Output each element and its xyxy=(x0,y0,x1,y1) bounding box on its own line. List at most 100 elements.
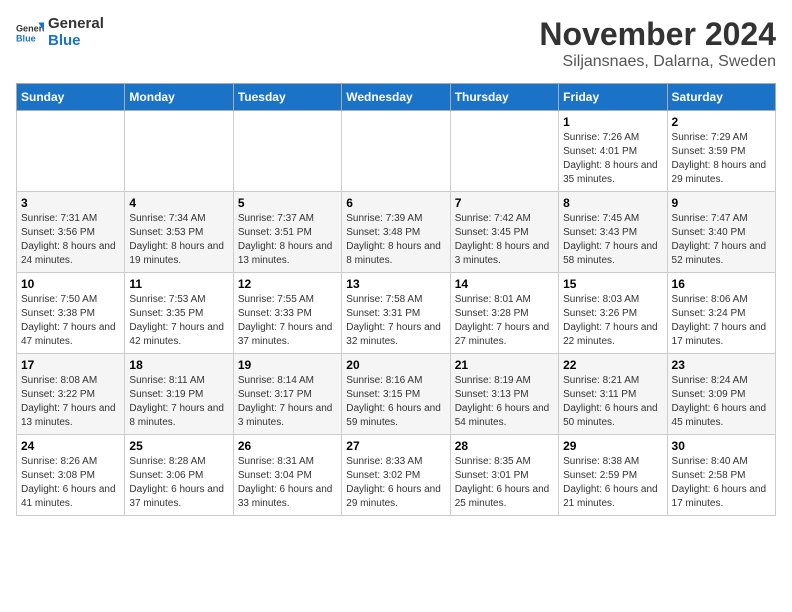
day-info: Sunrise: 8:01 AM Sunset: 3:28 PM Dayligh… xyxy=(455,293,554,349)
day-number: 22 xyxy=(563,358,662,372)
calendar-week-row: 1 Sunrise: 7:26 AM Sunset: 4:01 PM Daylig… xyxy=(17,111,776,192)
day-info: Sunrise: 8:16 AM Sunset: 3:15 PM Dayligh… xyxy=(346,374,445,430)
calendar-day-cell: 5 Sunrise: 7:37 AM Sunset: 3:51 PM Daylig… xyxy=(233,192,341,273)
calendar-day-cell: 19 Sunrise: 8:14 AM Sunset: 3:17 PM Dayli… xyxy=(233,354,341,435)
calendar-day-cell: 14 Sunrise: 8:01 AM Sunset: 3:28 PM Dayli… xyxy=(450,273,558,354)
day-number: 7 xyxy=(455,196,554,210)
day-number: 11 xyxy=(129,277,228,291)
svg-text:Blue: Blue xyxy=(16,33,36,43)
calendar-day-cell: 28Sunrise: 8:35 AM Sunset: 3:01 PM Dayli… xyxy=(450,435,558,516)
calendar-day-cell: 15 Sunrise: 8:03 AM Sunset: 3:26 PM Dayli… xyxy=(559,273,667,354)
header: General Blue General Blue November 2024 … xyxy=(16,16,776,71)
day-info: Sunrise: 8:33 AM Sunset: 3:02 PM Dayligh… xyxy=(346,455,445,511)
day-info: Sunrise: 7:58 AM Sunset: 3:31 PM Dayligh… xyxy=(346,293,445,349)
logo: General Blue General Blue xyxy=(16,16,104,49)
logo-icon: General Blue xyxy=(16,19,44,47)
day-number: 25 xyxy=(129,439,228,453)
day-number: 17 xyxy=(21,358,120,372)
day-number: 18 xyxy=(129,358,228,372)
calendar-day-cell xyxy=(342,111,450,192)
calendar-header-cell: Saturday xyxy=(667,84,775,111)
logo-line1: General xyxy=(48,16,104,33)
day-number: 14 xyxy=(455,277,554,291)
calendar-header-cell: Wednesday xyxy=(342,84,450,111)
calendar-day-cell: 4Sunrise: 7:34 AM Sunset: 3:53 PM Daylig… xyxy=(125,192,233,273)
day-number: 2 xyxy=(672,115,771,129)
logo-line2: Blue xyxy=(48,33,104,50)
title-block: November 2024 Siljansnaes, Dalarna, Swed… xyxy=(539,16,776,71)
day-info: Sunrise: 8:03 AM Sunset: 3:26 PM Dayligh… xyxy=(563,293,662,349)
day-info: Sunrise: 8:26 AM Sunset: 3:08 PM Dayligh… xyxy=(21,455,120,511)
calendar-day-cell: 8Sunrise: 7:45 AM Sunset: 3:43 PM Daylig… xyxy=(559,192,667,273)
calendar-day-cell: 7 Sunrise: 7:42 AM Sunset: 3:45 PM Daylig… xyxy=(450,192,558,273)
day-info: Sunrise: 8:38 AM Sunset: 2:59 PM Dayligh… xyxy=(563,455,662,511)
calendar-day-cell: 17 Sunrise: 8:08 AM Sunset: 3:22 PM Dayli… xyxy=(17,354,125,435)
day-info: Sunrise: 8:11 AM Sunset: 3:19 PM Dayligh… xyxy=(129,374,228,430)
calendar-body: 1 Sunrise: 7:26 AM Sunset: 4:01 PM Daylig… xyxy=(17,111,776,516)
calendar-day-cell: 29 Sunrise: 8:38 AM Sunset: 2:59 PM Dayli… xyxy=(559,435,667,516)
calendar-header-cell: Friday xyxy=(559,84,667,111)
day-info: Sunrise: 7:47 AM Sunset: 3:40 PM Dayligh… xyxy=(672,212,771,268)
day-number: 16 xyxy=(672,277,771,291)
day-info: Sunrise: 8:08 AM Sunset: 3:22 PM Dayligh… xyxy=(21,374,120,430)
calendar-day-cell: 22Sunrise: 8:21 AM Sunset: 3:11 PM Dayli… xyxy=(559,354,667,435)
day-info: Sunrise: 7:29 AM Sunset: 3:59 PM Dayligh… xyxy=(672,131,771,187)
day-number: 13 xyxy=(346,277,445,291)
month-title: November 2024 xyxy=(539,16,776,53)
calendar-day-cell xyxy=(17,111,125,192)
day-info: Sunrise: 8:31 AM Sunset: 3:04 PM Dayligh… xyxy=(238,455,337,511)
calendar-header-cell: Monday xyxy=(125,84,233,111)
day-number: 15 xyxy=(563,277,662,291)
day-info: Sunrise: 8:14 AM Sunset: 3:17 PM Dayligh… xyxy=(238,374,337,430)
calendar-week-row: 24 Sunrise: 8:26 AM Sunset: 3:08 PM Dayli… xyxy=(17,435,776,516)
day-number: 19 xyxy=(238,358,337,372)
day-info: Sunrise: 8:24 AM Sunset: 3:09 PM Dayligh… xyxy=(672,374,771,430)
day-number: 20 xyxy=(346,358,445,372)
day-number: 30 xyxy=(672,439,771,453)
day-info: Sunrise: 7:34 AM Sunset: 3:53 PM Dayligh… xyxy=(129,212,228,268)
calendar-week-row: 10 Sunrise: 7:50 AM Sunset: 3:38 PM Dayli… xyxy=(17,273,776,354)
calendar-day-cell: 11Sunrise: 7:53 AM Sunset: 3:35 PM Dayli… xyxy=(125,273,233,354)
day-info: Sunrise: 8:28 AM Sunset: 3:06 PM Dayligh… xyxy=(129,455,228,511)
day-number: 27 xyxy=(346,439,445,453)
calendar-day-cell xyxy=(125,111,233,192)
calendar-day-cell: 6Sunrise: 7:39 AM Sunset: 3:48 PM Daylig… xyxy=(342,192,450,273)
calendar-week-row: 17 Sunrise: 8:08 AM Sunset: 3:22 PM Dayli… xyxy=(17,354,776,435)
calendar-day-cell: 26Sunrise: 8:31 AM Sunset: 3:04 PM Dayli… xyxy=(233,435,341,516)
day-number: 28 xyxy=(455,439,554,453)
day-number: 12 xyxy=(238,277,337,291)
calendar-day-cell: 20 Sunrise: 8:16 AM Sunset: 3:15 PM Dayli… xyxy=(342,354,450,435)
calendar-day-cell: 1 Sunrise: 7:26 AM Sunset: 4:01 PM Daylig… xyxy=(559,111,667,192)
day-number: 24 xyxy=(21,439,120,453)
calendar-day-cell: 16 Sunrise: 8:06 AM Sunset: 3:24 PM Dayli… xyxy=(667,273,775,354)
calendar-day-cell: 13 Sunrise: 7:58 AM Sunset: 3:31 PM Dayli… xyxy=(342,273,450,354)
day-number: 29 xyxy=(563,439,662,453)
day-info: Sunrise: 8:06 AM Sunset: 3:24 PM Dayligh… xyxy=(672,293,771,349)
calendar-day-cell: 30Sunrise: 8:40 AM Sunset: 2:58 PM Dayli… xyxy=(667,435,775,516)
day-info: Sunrise: 7:50 AM Sunset: 3:38 PM Dayligh… xyxy=(21,293,120,349)
calendar-day-cell xyxy=(233,111,341,192)
day-number: 8 xyxy=(563,196,662,210)
calendar-day-cell: 2 Sunrise: 7:29 AM Sunset: 3:59 PM Daylig… xyxy=(667,111,775,192)
day-info: Sunrise: 8:19 AM Sunset: 3:13 PM Dayligh… xyxy=(455,374,554,430)
calendar-day-cell xyxy=(450,111,558,192)
day-info: Sunrise: 7:42 AM Sunset: 3:45 PM Dayligh… xyxy=(455,212,554,268)
day-number: 3 xyxy=(21,196,120,210)
day-info: Sunrise: 7:55 AM Sunset: 3:33 PM Dayligh… xyxy=(238,293,337,349)
calendar-day-cell: 18 Sunrise: 8:11 AM Sunset: 3:19 PM Dayli… xyxy=(125,354,233,435)
calendar-header-row: SundayMondayTuesdayWednesdayThursdayFrid… xyxy=(17,84,776,111)
calendar-day-cell: 9Sunrise: 7:47 AM Sunset: 3:40 PM Daylig… xyxy=(667,192,775,273)
calendar-day-cell: 24 Sunrise: 8:26 AM Sunset: 3:08 PM Dayli… xyxy=(17,435,125,516)
calendar-day-cell: 3Sunrise: 7:31 AM Sunset: 3:56 PM Daylig… xyxy=(17,192,125,273)
day-info: Sunrise: 7:26 AM Sunset: 4:01 PM Dayligh… xyxy=(563,131,662,187)
calendar-day-cell: 12 Sunrise: 7:55 AM Sunset: 3:33 PM Dayli… xyxy=(233,273,341,354)
calendar-day-cell: 21Sunrise: 8:19 AM Sunset: 3:13 PM Dayli… xyxy=(450,354,558,435)
day-number: 5 xyxy=(238,196,337,210)
calendar-day-cell: 25 Sunrise: 8:28 AM Sunset: 3:06 PM Dayli… xyxy=(125,435,233,516)
day-info: Sunrise: 7:37 AM Sunset: 3:51 PM Dayligh… xyxy=(238,212,337,268)
day-number: 1 xyxy=(563,115,662,129)
calendar-day-cell: 27 Sunrise: 8:33 AM Sunset: 3:02 PM Dayli… xyxy=(342,435,450,516)
calendar-day-cell: 23Sunrise: 8:24 AM Sunset: 3:09 PM Dayli… xyxy=(667,354,775,435)
day-number: 6 xyxy=(346,196,445,210)
day-number: 10 xyxy=(21,277,120,291)
